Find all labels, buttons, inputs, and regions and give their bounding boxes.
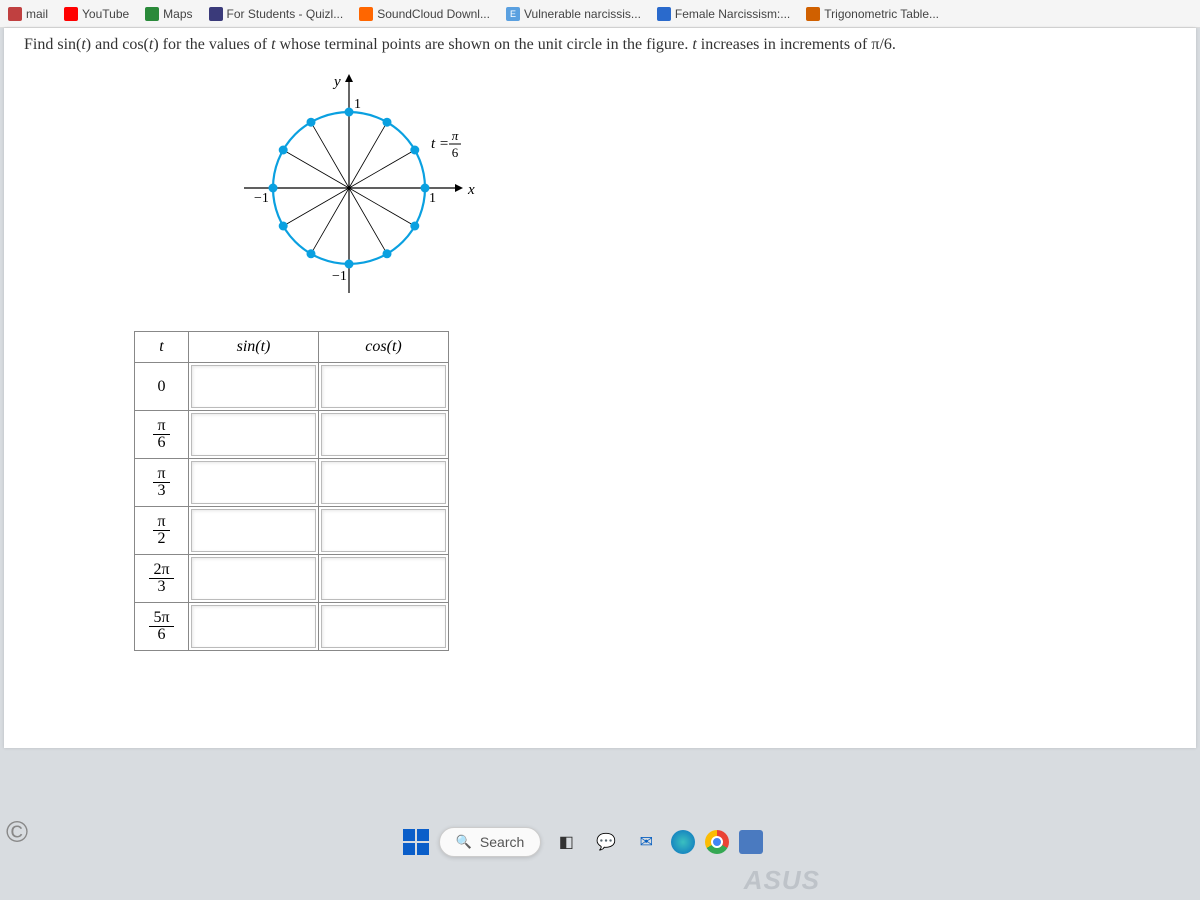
sin-input-2[interactable] — [191, 461, 316, 504]
cos-input-3[interactable] — [321, 509, 446, 552]
bookmark-female-narc[interactable]: Female Narcissism:... — [657, 7, 790, 21]
cos-input-2[interactable] — [321, 461, 446, 504]
tick-neg1-x: −1 — [254, 191, 269, 206]
maps-icon — [145, 7, 159, 21]
sin-input-3[interactable] — [191, 509, 316, 552]
col-t: t — [135, 332, 189, 363]
bookmark-trig-table[interactable]: Trigonometric Table... — [806, 7, 939, 21]
taskbar-search[interactable]: 🔍 Search — [439, 827, 542, 857]
svg-text:π: π — [452, 128, 459, 143]
bookmark-label: SoundCloud Downl... — [377, 7, 490, 21]
t-value: π6 — [135, 411, 189, 459]
search-label: Search — [480, 834, 524, 850]
svg-text:6: 6 — [452, 145, 459, 160]
table-row: 5π6 — [135, 603, 449, 651]
question-text: Find sin(t) and cos(t) for the values of… — [24, 36, 1176, 54]
page-icon: E — [506, 7, 520, 21]
mail-icon — [8, 7, 22, 21]
unit-circle-svg: y x 1 1 −1 −1 t = π 6 — [224, 68, 484, 308]
table-icon — [806, 7, 820, 21]
bookmark-label: Maps — [163, 7, 192, 21]
chrome-icon[interactable] — [705, 830, 729, 854]
app-icon[interactable] — [739, 830, 763, 854]
cos-input-1[interactable] — [321, 413, 446, 456]
sin-input-5[interactable] — [191, 605, 316, 648]
edge-icon[interactable] — [671, 830, 695, 854]
brand-logo: ASUS — [744, 865, 820, 896]
tick-1-x: 1 — [429, 191, 436, 206]
page-icon — [657, 7, 671, 21]
t-value: 0 — [135, 363, 189, 411]
tick-1-y: 1 — [354, 97, 361, 112]
search-icon: 🔍 — [456, 834, 472, 850]
table-row: π6 — [135, 411, 449, 459]
table-row: 0 — [135, 363, 449, 411]
sin-input-4[interactable] — [191, 557, 316, 600]
bookmark-quizlet[interactable]: For Students - Quizl... — [209, 7, 344, 21]
taskbar: 🔍 Search ◧ 💬 ✉ — [0, 818, 1200, 866]
bookmark-soundcloud[interactable]: SoundCloud Downl... — [359, 7, 490, 21]
bookmark-label: Trigonometric Table... — [824, 7, 939, 21]
y-axis-label: y — [332, 74, 341, 90]
cos-input-0[interactable] — [321, 365, 446, 408]
bookmark-label: YouTube — [82, 7, 129, 21]
trig-table: t sin(t) cos(t) 0 π6 π3 π2 — [134, 331, 1176, 651]
sin-input-1[interactable] — [191, 413, 316, 456]
t-value: π3 — [135, 459, 189, 507]
app-grid-icon[interactable] — [773, 830, 797, 854]
table-row: π2 — [135, 507, 449, 555]
soundcloud-icon — [359, 7, 373, 21]
bookmark-label: mail — [26, 7, 48, 21]
content-area: Find sin(t) and cos(t) for the values of… — [4, 28, 1196, 748]
quizlet-icon — [209, 7, 223, 21]
chat-icon[interactable]: 💬 — [591, 827, 621, 857]
t-value: π2 — [135, 507, 189, 555]
start-button[interactable] — [403, 829, 429, 855]
youtube-icon — [64, 7, 78, 21]
table-row: π3 — [135, 459, 449, 507]
tick-neg1-y: −1 — [332, 269, 347, 284]
bookmark-narcissis[interactable]: E Vulnerable narcissis... — [506, 7, 641, 21]
bookmark-label: Female Narcissism:... — [675, 7, 790, 21]
copyright-icon: © — [6, 816, 28, 850]
bookmark-mail[interactable]: mail — [8, 7, 48, 21]
bookmark-maps[interactable]: Maps — [145, 7, 192, 21]
mail-app-icon[interactable]: ✉ — [631, 827, 661, 857]
bookmark-bar: mail YouTube Maps For Students - Quizl..… — [0, 0, 1200, 28]
x-axis-label: x — [467, 182, 475, 198]
bookmark-youtube[interactable]: YouTube — [64, 7, 129, 21]
t-equals-label: t = — [431, 136, 449, 152]
bookmark-label: Vulnerable narcissis... — [524, 7, 641, 21]
cos-input-5[interactable] — [321, 605, 446, 648]
sin-input-0[interactable] — [191, 365, 316, 408]
task-view-icon[interactable]: ◧ — [551, 827, 581, 857]
cos-input-4[interactable] — [321, 557, 446, 600]
col-sin: sin(t) — [189, 332, 319, 363]
bookmark-label: For Students - Quizl... — [227, 7, 344, 21]
t-value: 5π6 — [135, 603, 189, 651]
col-cos: cos(t) — [319, 332, 449, 363]
unit-circle-figure: y x 1 1 −1 −1 t = π 6 — [224, 68, 1176, 313]
table-row: 2π3 — [135, 555, 449, 603]
t-value: 2π3 — [135, 555, 189, 603]
